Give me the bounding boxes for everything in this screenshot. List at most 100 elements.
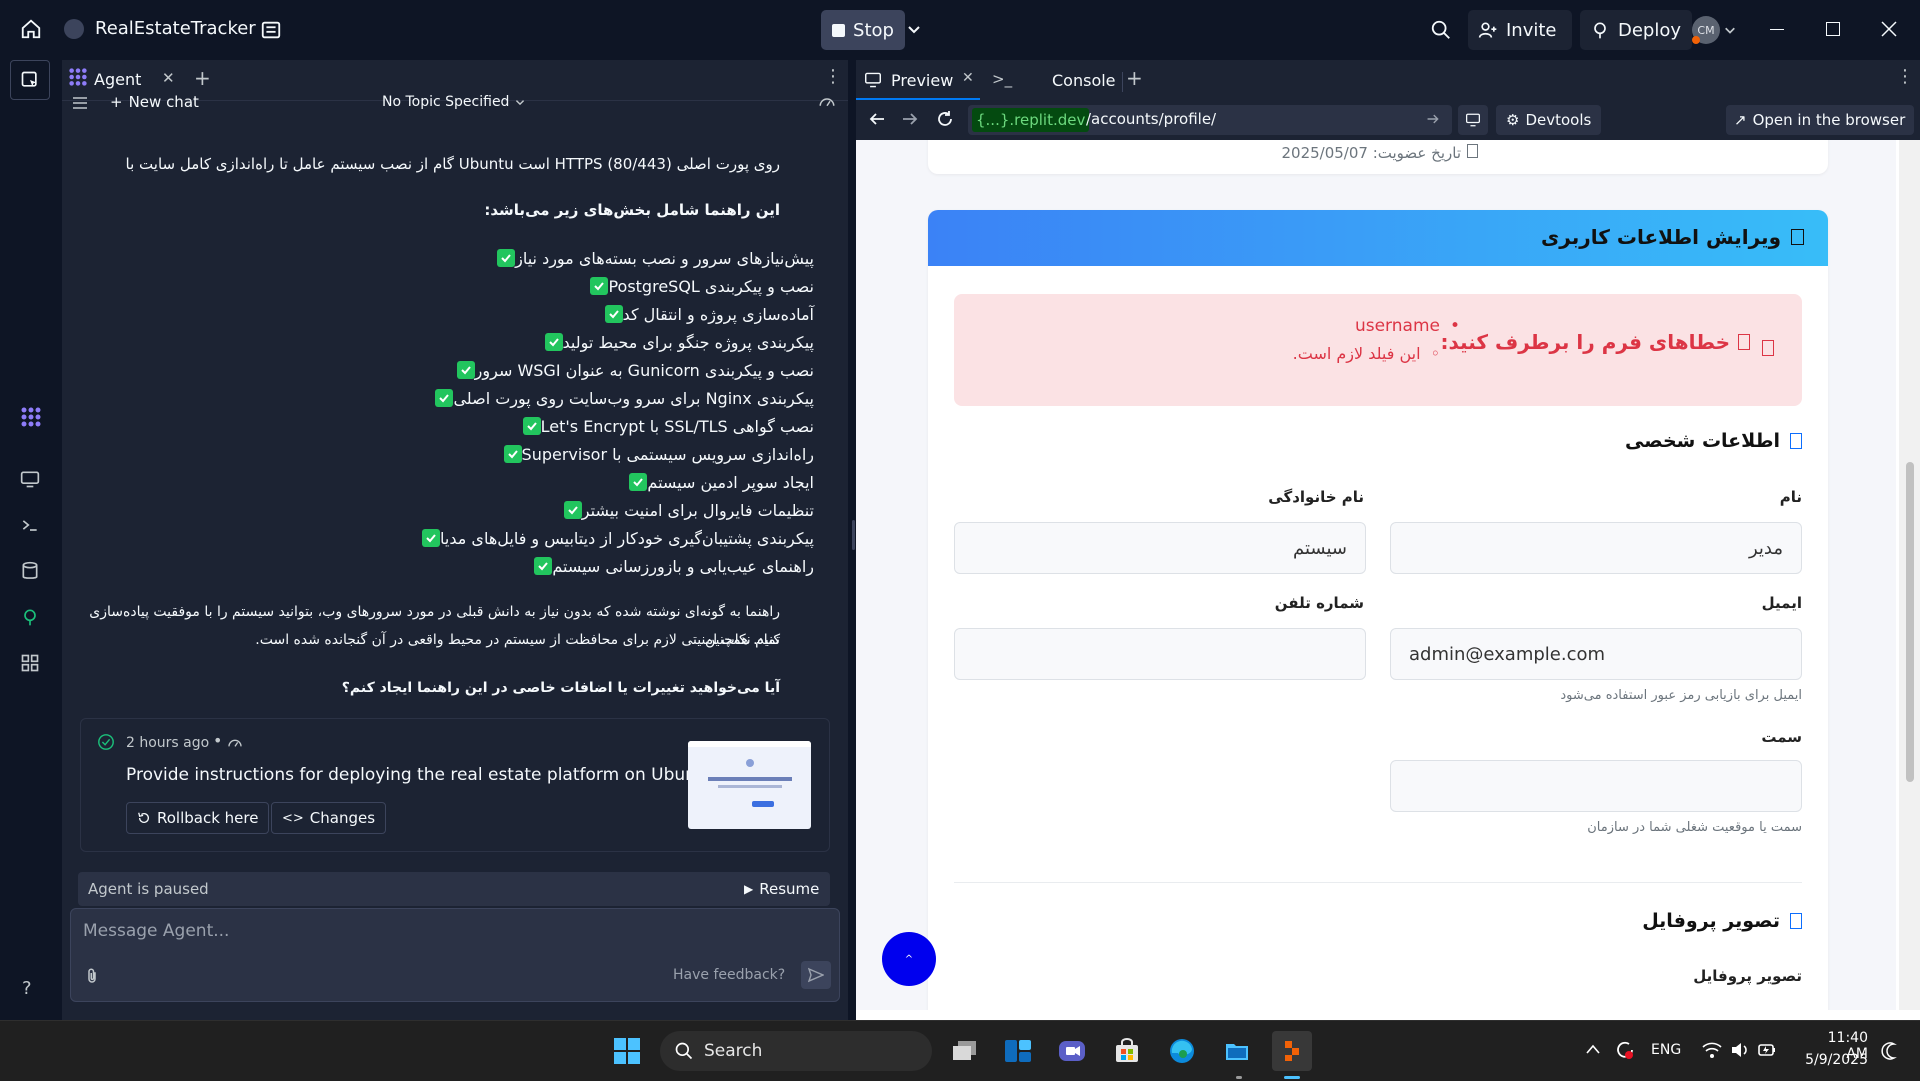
send-button[interactable] (801, 961, 831, 989)
reload-icon[interactable] (936, 110, 954, 128)
position-hint: سمت یا موقعیت شغلی شما در سازمان (1587, 820, 1802, 835)
help-icon[interactable]: ? (22, 978, 32, 999)
avatar-chevron-icon[interactable] (1724, 24, 1736, 36)
first-name-field[interactable]: مدیر (1390, 522, 1802, 574)
volume-icon[interactable] (1730, 1041, 1750, 1059)
scrollbar[interactable] (1899, 140, 1920, 1010)
devtools-button[interactable]: ⚙ Devtools (1496, 105, 1602, 135)
attach-icon[interactable] (83, 967, 101, 985)
last-name-field[interactable]: سیستم (954, 522, 1366, 574)
shell-icon[interactable] (20, 515, 40, 535)
kebab-menu-icon[interactable]: ⋮ (824, 66, 842, 87)
topic-selector[interactable]: No Topic Specified (382, 94, 525, 110)
address-field[interactable]: {...}.replit.dev /accounts/profile/ (968, 105, 1452, 135)
tab-close-icon[interactable]: ✕ (962, 70, 974, 86)
language-indicator[interactable]: ENG (1651, 1042, 1681, 1058)
battery-icon[interactable] (1757, 1041, 1777, 1059)
tab-console[interactable]: Console (1052, 71, 1116, 90)
message-input[interactable]: Message Agent... (83, 921, 229, 941)
invite-button[interactable]: Invite (1468, 10, 1572, 50)
taskbar-search[interactable]: Search (660, 1031, 932, 1071)
changes-button[interactable]: <> Changes (271, 802, 387, 834)
stop-button[interactable]: Stop (821, 10, 905, 50)
stop-icon (832, 23, 846, 37)
list-item-label: آماده‌سازی پروژه و انتقال کد (622, 304, 814, 324)
message-box: Message Agent... Have feedback? (70, 908, 840, 1002)
search-icon[interactable] (1430, 19, 1452, 41)
deploy-button[interactable]: Deploy (1580, 10, 1692, 50)
scroll-top-button[interactable]: ^ (882, 932, 936, 986)
add-tab-icon[interactable]: + (194, 66, 211, 90)
summary-line-2: تمام نکات امنیتی لازم برای محافظت از سیس… (255, 632, 780, 648)
error-alert: خطاهای فرم را برطرف کنید: •username ◦این… (954, 294, 1802, 406)
file-explorer-icon[interactable] (1217, 1031, 1257, 1071)
checkbox-icon (497, 249, 516, 267)
topic-label: No Topic Specified (382, 94, 510, 110)
edge-icon[interactable] (1162, 1031, 1202, 1071)
error-field-text: username (1354, 316, 1440, 336)
explorer-icon[interactable] (10, 60, 50, 100)
position-label: سمت (1761, 728, 1802, 746)
menu-icon[interactable] (72, 95, 88, 111)
task-view-icon[interactable] (945, 1031, 985, 1071)
list-item: راه‌اندازی سرویس سیستمی با Supervisor (84, 440, 824, 468)
section-avatar-text: تصویر پروفایل (1642, 910, 1780, 932)
list-item: نصب و پیکربندی Gunicorn به عنوان WSGI سر… (84, 356, 824, 384)
tray-chevron-up-icon[interactable] (1585, 1043, 1601, 1055)
deployments-icon[interactable] (20, 607, 40, 627)
home-icon[interactable] (20, 18, 42, 40)
chevron-down-icon (516, 100, 525, 106)
device-icon[interactable] (1458, 105, 1488, 135)
webview-icon[interactable] (20, 469, 40, 489)
kebab-menu-icon[interactable]: ⋮ (1896, 66, 1914, 87)
windows-start-icon[interactable] (607, 1031, 647, 1071)
sync-icon[interactable] (1614, 1039, 1636, 1061)
replit-app-icon[interactable] (1272, 1031, 1312, 1071)
speed-icon[interactable] (818, 93, 836, 111)
app-name[interactable]: RealEstateTracker (95, 18, 256, 39)
error-message-text: این فیلد لازم است. (1292, 344, 1421, 363)
history-icon (138, 812, 150, 824)
forward-arrow-icon[interactable] (901, 110, 919, 128)
preview-thumbnail[interactable] (688, 741, 811, 829)
email-field[interactable]: admin@example.com (1390, 628, 1802, 680)
files-icon[interactable] (260, 19, 282, 41)
checklist: پیش‌نیازهای سرور و نصب بسته‌های مورد نیا… (84, 244, 824, 580)
minimize-icon[interactable] (1770, 29, 1784, 30)
checkbox-icon (456, 361, 475, 379)
teams-icon[interactable] (1052, 1031, 1092, 1071)
wifi-icon[interactable] (1702, 1041, 1722, 1059)
scrollbar-thumb[interactable] (1906, 462, 1914, 782)
tab-preview[interactable]: Preview ✕ (856, 60, 980, 100)
maximize-icon[interactable] (1826, 22, 1840, 36)
user-icon (1790, 433, 1802, 449)
position-field[interactable] (1390, 760, 1802, 812)
checkpoint-title: Provide instructions for deploying the r… (126, 765, 714, 785)
widgets-icon[interactable] (998, 1031, 1038, 1071)
tab-agent[interactable]: Agent (94, 70, 141, 89)
domain-prefix: {...} (976, 111, 1010, 129)
chevron-down-icon[interactable] (907, 22, 921, 36)
all-tools-icon[interactable] (20, 653, 40, 673)
code-icon: <> (282, 810, 304, 826)
resize-handle[interactable] (852, 520, 855, 550)
open-browser-label: Open in the browser (1752, 111, 1906, 129)
rollback-button[interactable]: Rollback here (126, 802, 270, 834)
back-arrow-icon[interactable] (868, 110, 886, 128)
phone-field[interactable] (954, 628, 1366, 680)
go-arrow-icon[interactable] (1426, 112, 1440, 126)
edit-card: ویرایش اطلاعات کاربری خطاهای فرم را برطر… (928, 210, 1828, 1010)
resume-button[interactable]: ▶ Resume (744, 880, 819, 898)
agent-icon[interactable] (20, 406, 42, 428)
add-tab-icon[interactable]: + (1126, 66, 1143, 90)
feedback-link[interactable]: Have feedback? (673, 967, 785, 983)
error-title: خطاهای فرم را برطرف کنید: (1440, 330, 1750, 354)
open-in-browser-button[interactable]: ↗ Open in the browser (1726, 105, 1914, 135)
new-chat-button[interactable]: + New chat (110, 93, 199, 111)
tab-close-icon[interactable]: ✕ (162, 69, 175, 87)
clock-date[interactable]: 5/9/2025 (1804, 1052, 1868, 1068)
close-icon[interactable] (1881, 21, 1897, 37)
notifications-icon[interactable] (1880, 1041, 1898, 1061)
store-icon[interactable] (1107, 1031, 1147, 1071)
database-icon[interactable] (20, 561, 40, 581)
